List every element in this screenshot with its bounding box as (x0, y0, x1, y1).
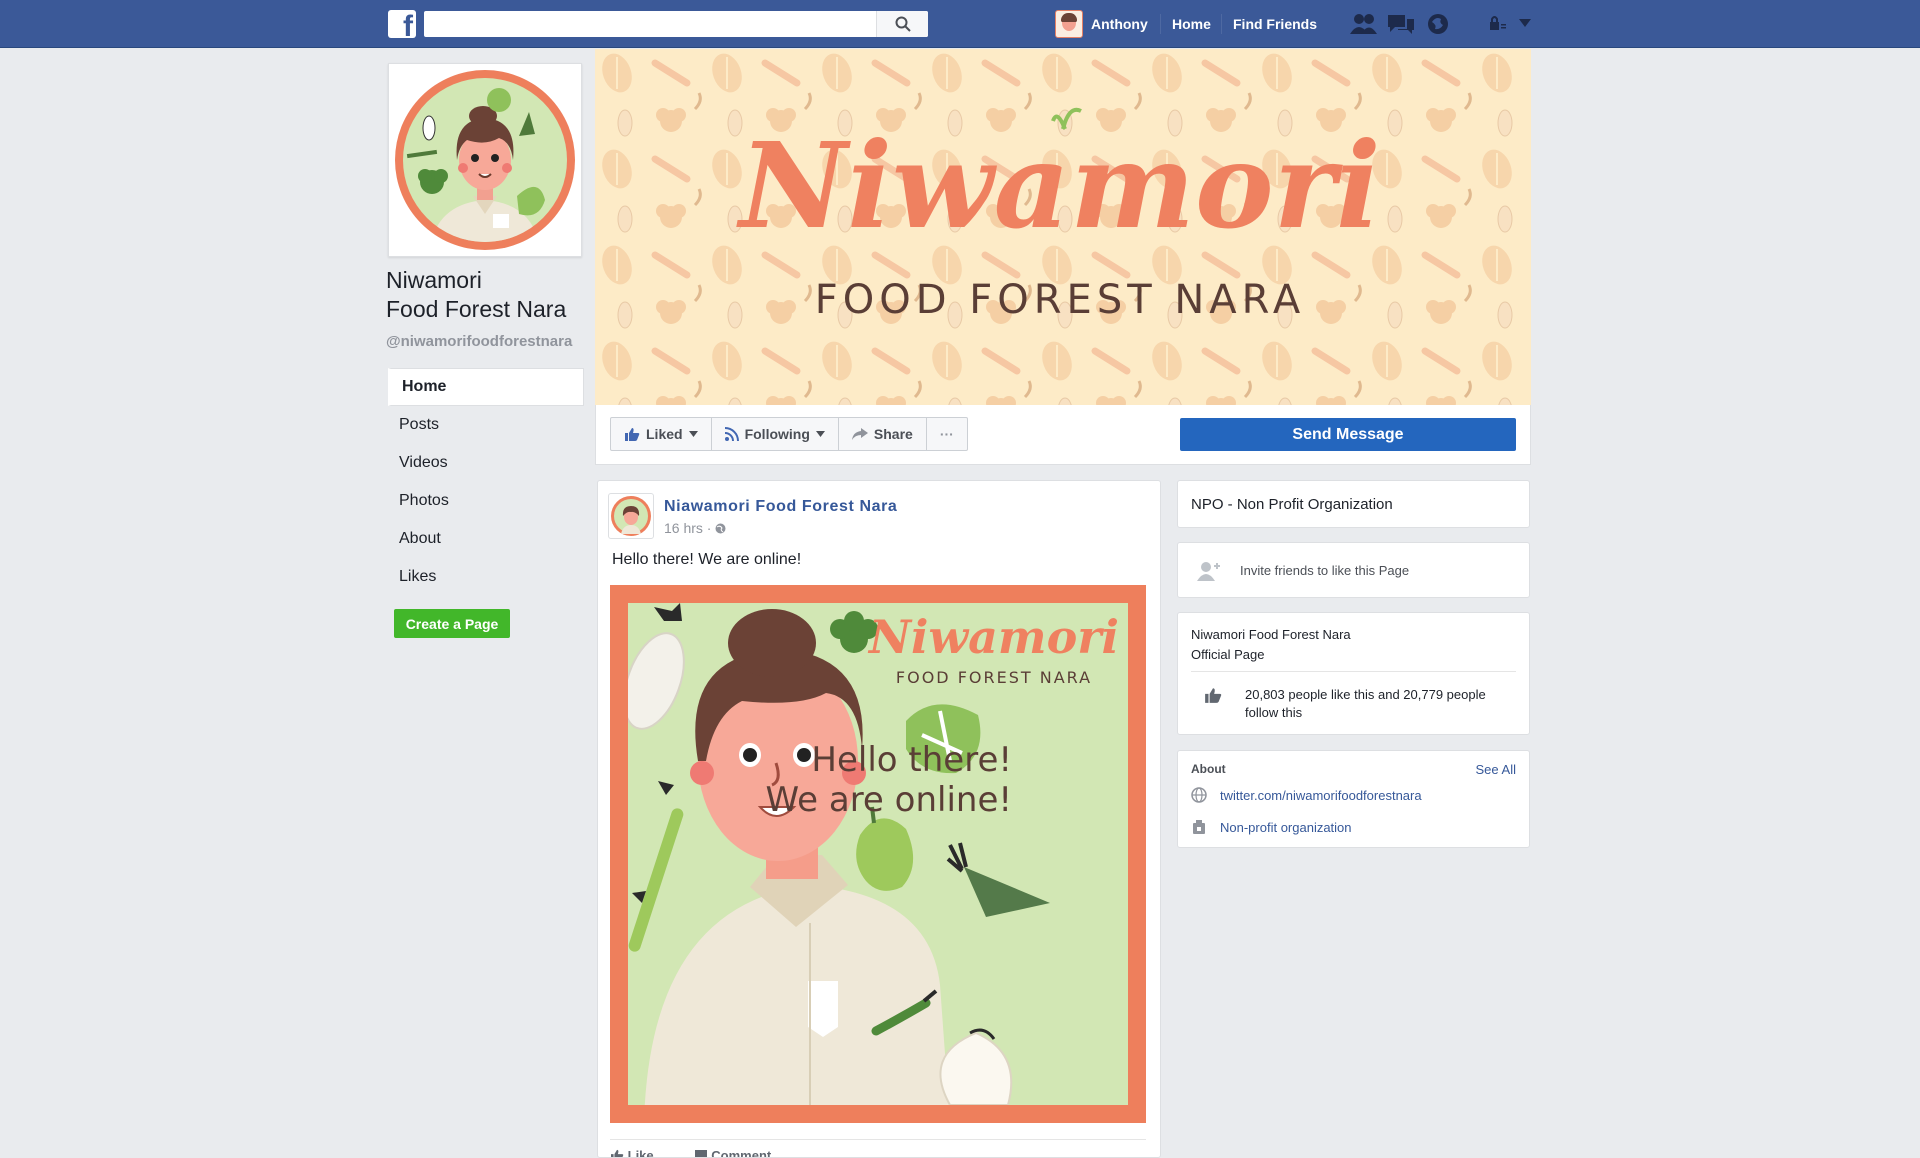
nav-item-videos[interactable]: Videos (388, 444, 584, 482)
page-title-line2: Food Forest Nara (386, 296, 567, 322)
globe-icon (715, 523, 726, 534)
following-label: Following (744, 426, 810, 442)
share-icon (851, 428, 868, 440)
home-link[interactable]: Home (1172, 16, 1211, 32)
post-text: Hello there! We are online! (612, 551, 802, 568)
like-action[interactable]: Like (610, 1148, 654, 1157)
invite-friends-card[interactable]: Invite friends to like this Page (1177, 542, 1530, 598)
post-time-text: 16 hrs · (664, 520, 716, 536)
chevron-down-icon (815, 431, 825, 437)
image-title: Niwamori (867, 610, 1119, 664)
nav-item-about[interactable]: About (388, 520, 584, 558)
page-category-card: NPO - Non Profit Organization (1177, 480, 1530, 528)
likes-count: 20,803 people like this and 20,779 peopl… (1245, 687, 1486, 720)
org-type-row: Non-profit organization (1191, 819, 1352, 835)
nav-item-home[interactable]: Home (388, 368, 584, 406)
search-input[interactable] (424, 11, 928, 37)
cover-title: Niwamori (735, 116, 1380, 255)
nav-item-photos[interactable]: Photos (388, 482, 584, 520)
image-subtitle: FOOD FOREST NARA (896, 668, 1092, 687)
post-author-avatar[interactable] (608, 493, 654, 539)
profile-illustration (395, 70, 575, 250)
org-type-link[interactable]: Non-profit organization (1220, 820, 1352, 835)
comment-action[interactable]: Comment (694, 1148, 771, 1157)
post-card: Niawamori Food Forest Nara 16 hrs · Hell… (597, 480, 1161, 1158)
website-row: twitter.com/niwamorifoodforestnara (1191, 787, 1422, 803)
cover-photo[interactable]: Niwamori FOOD FOREST NARA (595, 49, 1531, 405)
comment-icon (694, 1150, 707, 1157)
privacy-shortcuts-icon[interactable] (1488, 12, 1508, 36)
notifications-icon[interactable] (1426, 12, 1450, 36)
search-button[interactable] (876, 11, 928, 37)
page-action-buttons: Liked Following Share ··· (610, 417, 968, 451)
official-page-card: Niwamori Food Forest Nara Official Page … (1177, 612, 1530, 735)
avatar (1055, 10, 1083, 38)
post-illustration: Niwamori FOOD FOREST NARA Hello there! W… (610, 585, 1146, 1123)
page-navigation: Home Posts Videos Photos About Likes (388, 368, 584, 596)
see-all-link[interactable]: See All (1476, 762, 1516, 777)
find-friends-link[interactable]: Find Friends (1233, 16, 1317, 32)
rss-icon (724, 427, 739, 441)
following-button[interactable]: Following (712, 418, 839, 450)
cover-illustration: Niwamori FOOD FOREST NARA (595, 49, 1531, 405)
profile-link[interactable] (1055, 8, 1083, 40)
liked-button[interactable]: Liked (611, 418, 712, 450)
page-action-bar: Liked Following Share ··· Send Message (595, 405, 1531, 465)
thumbs-up-icon (611, 1149, 624, 1157)
thumbs-up-icon (1205, 688, 1222, 703)
profile-picture[interactable] (388, 63, 582, 257)
friend-requests-icon[interactable] (1350, 12, 1378, 36)
top-navigation-bar: f Anthony Home Find Friends (0, 0, 1920, 48)
account-menu-icon[interactable] (1518, 18, 1532, 28)
invite-friends-label: Invite friends to like this Page (1240, 563, 1410, 578)
post-image[interactable]: Niwamori FOOD FOREST NARA Hello there! W… (610, 585, 1146, 1123)
user-name-link[interactable]: Anthony (1091, 16, 1148, 32)
nav-item-posts[interactable]: Posts (388, 406, 584, 444)
share-label: Share (873, 426, 913, 442)
about-card: About See All twitter.com/niwamorifoodfo… (1177, 750, 1530, 848)
search-icon (895, 16, 911, 32)
page-username[interactable]: @niwamorifoodforestnara (386, 333, 572, 350)
post-actions: Like Comment (610, 1139, 1146, 1157)
page-category[interactable]: NPO - Non Profit Organization (1191, 496, 1393, 513)
website-link[interactable]: twitter.com/niwamorifoodforestnara (1220, 788, 1422, 803)
chevron-down-icon (688, 431, 698, 437)
globe-icon (1191, 787, 1207, 803)
nav-item-likes[interactable]: Likes (388, 558, 584, 596)
official-page-info: Niwamori Food Forest Nara Official Page (1191, 627, 1351, 662)
thumbs-up-icon (625, 428, 640, 441)
category-icon (1193, 820, 1205, 834)
image-greeting-line2: We are online! (766, 780, 1012, 820)
share-button[interactable]: Share (839, 418, 927, 450)
facebook-logo-icon[interactable]: f (388, 10, 416, 38)
create-page-button[interactable]: Create a Page (394, 609, 510, 638)
post-timestamp[interactable]: 16 hrs · (664, 520, 726, 536)
page-title: Niwamori Food Forest Nara (386, 266, 566, 324)
add-friend-icon (1197, 562, 1220, 581)
cover-subtitle: FOOD FOREST NARA (815, 277, 1305, 323)
more-options-button[interactable]: ··· (927, 418, 967, 450)
liked-label: Liked (646, 426, 683, 442)
image-greeting-line1: Hello there! (811, 740, 1012, 780)
post-author-link[interactable]: Niawamori Food Forest Nara (664, 498, 897, 516)
messages-icon[interactable] (1387, 12, 1415, 36)
about-heading: About (1191, 762, 1226, 776)
page-title-line1: Niwamori (386, 267, 482, 293)
send-message-button[interactable]: Send Message (1180, 418, 1516, 451)
